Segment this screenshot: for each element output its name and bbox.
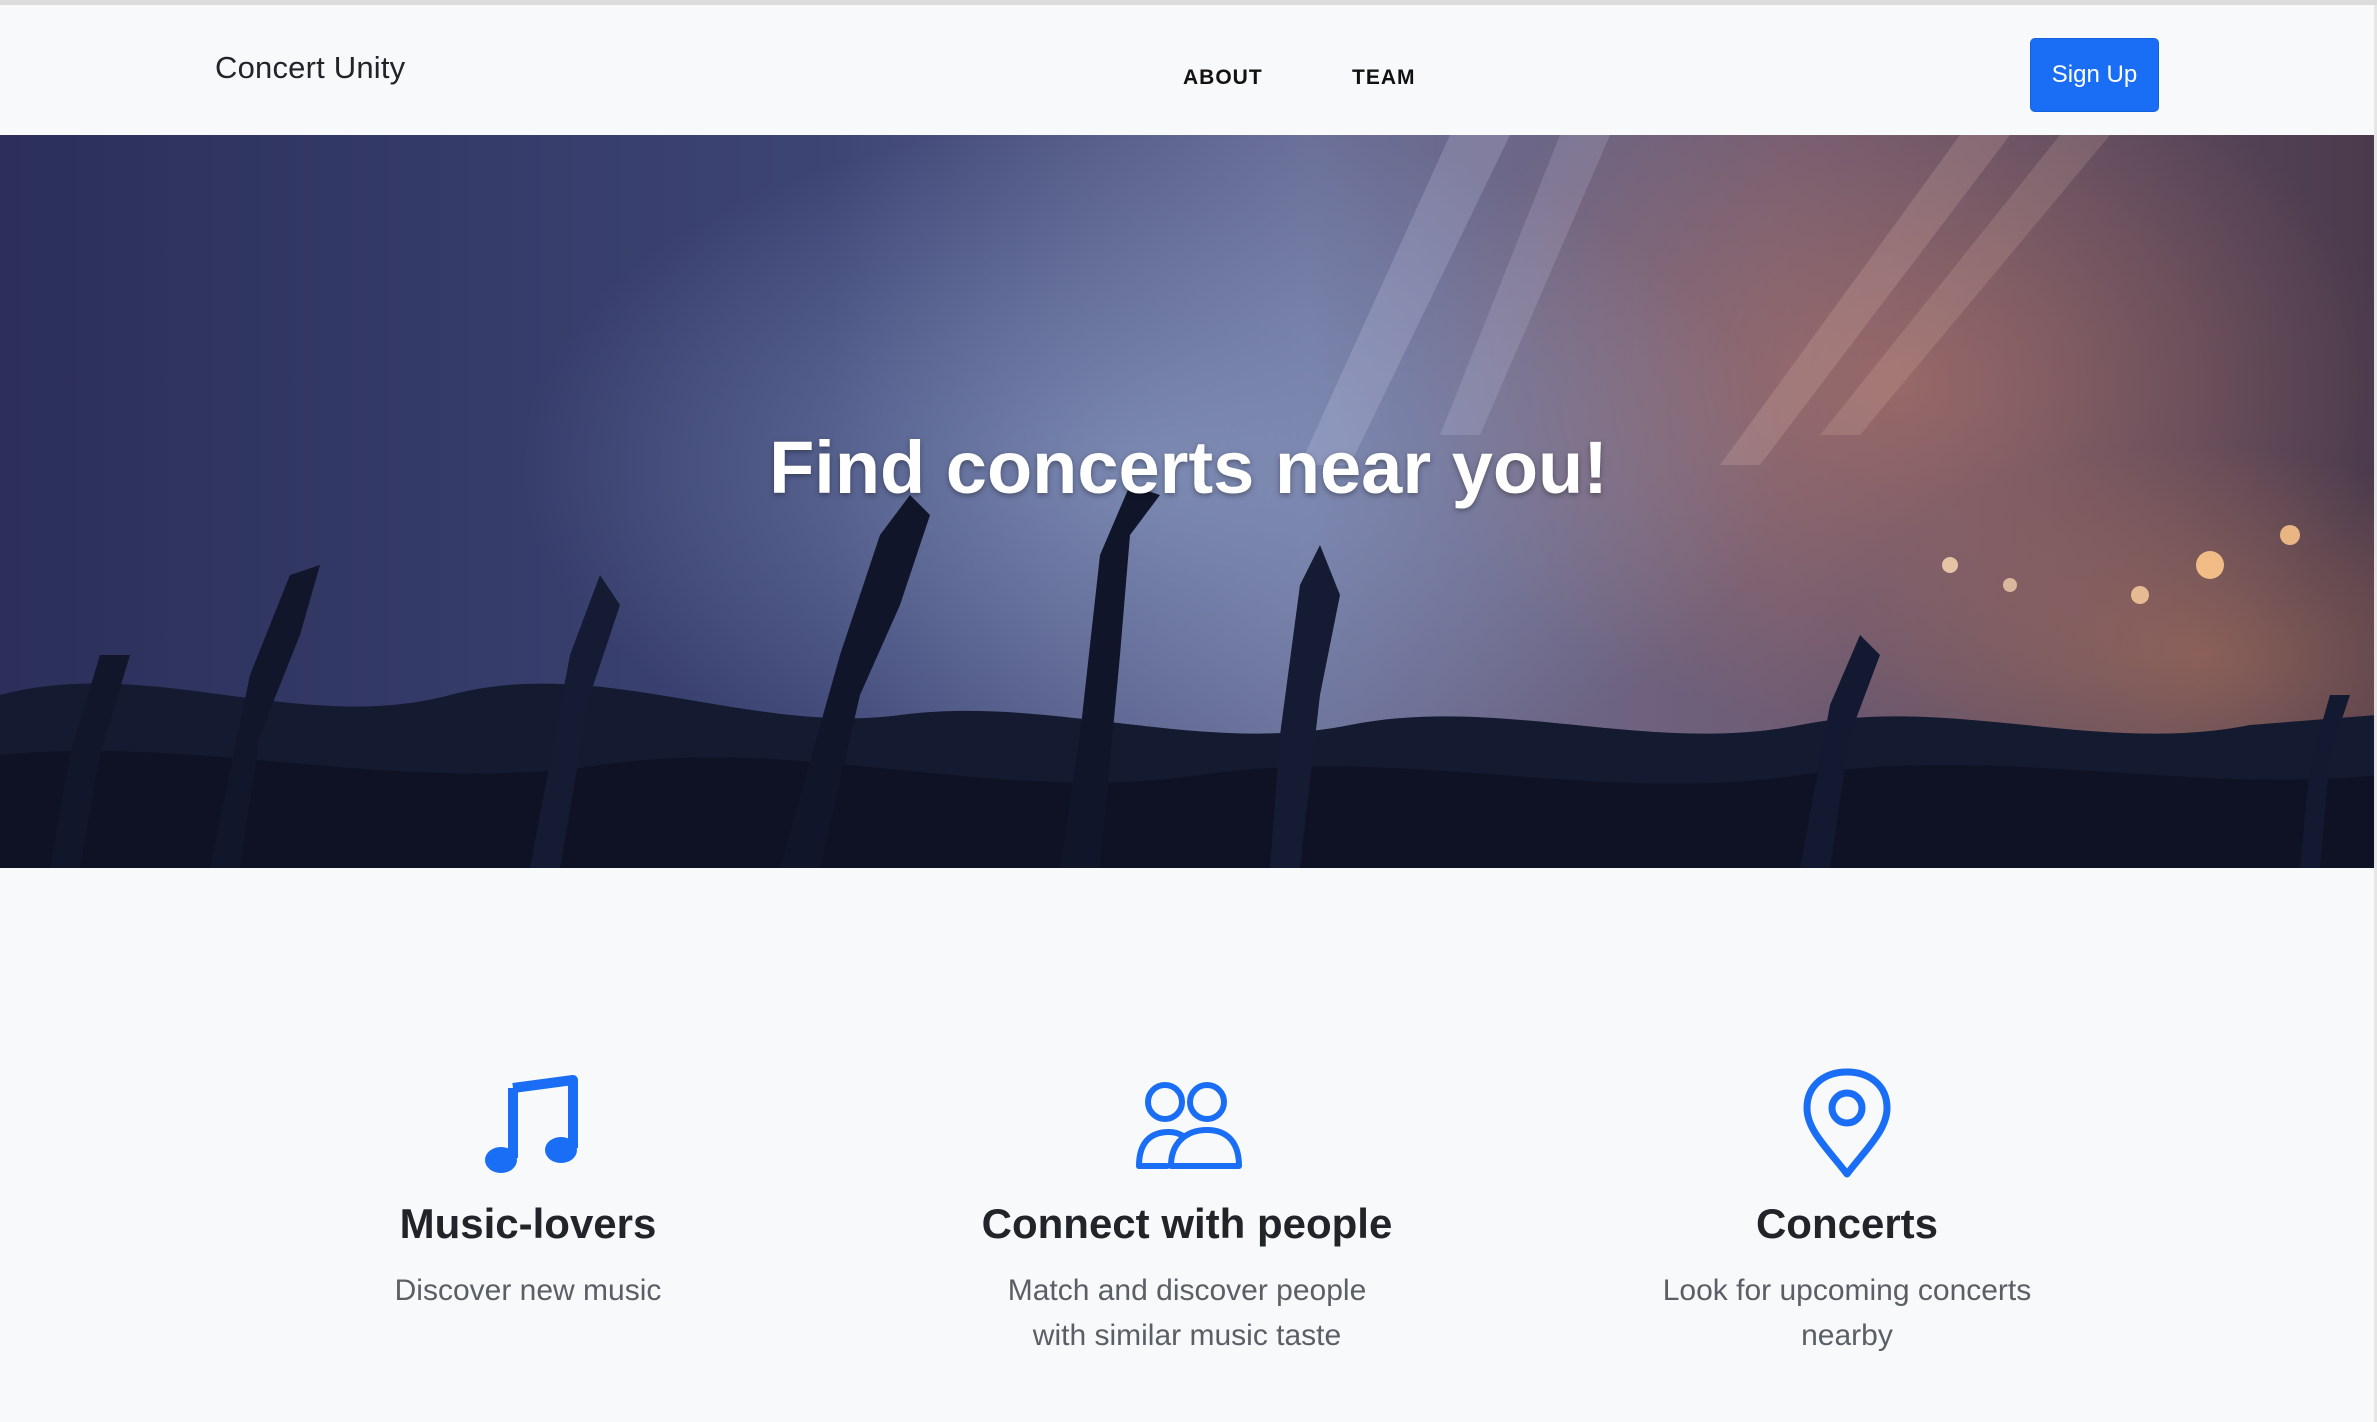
- features-section: Music-lovers Discover new music Connect …: [0, 868, 2377, 1422]
- feature-title: Connect with people: [981, 1200, 1393, 1247]
- brand-logo[interactable]: Concert Unity: [215, 50, 405, 86]
- feature-music-lovers: Music-lovers Discover new music: [228, 1068, 828, 1313]
- map-pin-icon: [1803, 1068, 1891, 1178]
- feature-title: Music-lovers: [399, 1200, 657, 1247]
- nav-link-about[interactable]: ABOUT: [1183, 66, 1263, 90]
- signup-button[interactable]: Sign Up: [2030, 38, 2159, 112]
- hero-banner: Find concerts near you!: [0, 135, 2377, 868]
- hero-title: Find concerts near you!: [769, 426, 1608, 509]
- feature-text: Match and discover people with similar m…: [1007, 1274, 1367, 1352]
- feature-connect-people: Connect with people Match and discover p…: [887, 1068, 1487, 1358]
- nav-link-team[interactable]: TEAM: [1352, 66, 1416, 90]
- feature-text: Discover new music: [394, 1274, 662, 1307]
- feature-title: Concerts: [1755, 1200, 1939, 1247]
- feature-text: Look for upcoming concerts nearby: [1662, 1274, 2032, 1352]
- music-note-icon: [485, 1075, 578, 1173]
- people-icon: [1136, 1082, 1242, 1169]
- feature-concerts: Concerts Look for upcoming concerts near…: [1547, 1068, 2147, 1358]
- navbar: Concert Unity ABOUT TEAM Sign Up: [0, 5, 2377, 135]
